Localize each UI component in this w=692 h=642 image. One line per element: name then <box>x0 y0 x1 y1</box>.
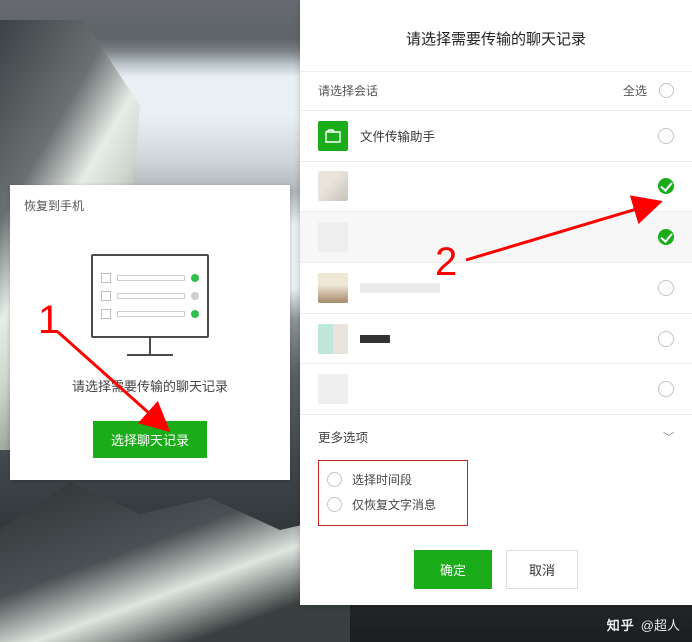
conversation-radio[interactable] <box>658 178 674 194</box>
annotation-number-2: 2 <box>435 240 457 285</box>
conversation-row[interactable] <box>300 313 692 364</box>
option-label: 仅恢复文字消息 <box>352 496 436 513</box>
zhihu-watermark: 知乎 @超人 <box>607 615 680 634</box>
option-radio[interactable] <box>327 472 342 487</box>
chevron-down-icon: ﹀ <box>663 429 674 445</box>
conversation-row[interactable] <box>300 363 692 414</box>
select-chat-records-button[interactable]: 选择聊天记录 <box>93 421 207 458</box>
cancel-button[interactable]: 取消 <box>506 550 578 589</box>
dialog-title: 请选择需要传输的聊天记录 <box>300 0 692 71</box>
conversation-name <box>360 283 440 293</box>
zhihu-user: @超人 <box>641 615 680 634</box>
restore-panel-subtitle: 请选择需要传输的聊天记录 <box>72 376 228 395</box>
conversation-row[interactable]: 文件传输助手 <box>300 110 692 161</box>
option-text-only[interactable]: 仅恢复文字消息 <box>327 492 459 517</box>
conversation-header: 请选择会话 全选 <box>300 71 692 110</box>
option-label: 选择时间段 <box>352 471 412 488</box>
annotation-number-1: 1 <box>38 298 60 343</box>
conversation-row[interactable] <box>300 211 692 262</box>
avatar-icon <box>318 171 348 201</box>
monitor-illustration <box>85 254 215 356</box>
zhihu-logo-text: 知乎 <box>607 615 635 634</box>
conversation-radio[interactable] <box>658 331 674 347</box>
avatar-icon <box>318 273 348 303</box>
select-all-radio[interactable] <box>659 83 674 98</box>
dialog-button-row: 确定 取消 <box>300 532 692 605</box>
conversation-row[interactable] <box>300 161 692 212</box>
select-records-dialog: 请选择需要传输的聊天记录 请选择会话 全选 文件传输助手 <box>300 0 692 605</box>
avatar-icon <box>318 222 348 252</box>
ok-button[interactable]: 确定 <box>414 550 492 589</box>
conversation-radio[interactable] <box>658 381 674 397</box>
file-transfer-icon <box>318 121 348 151</box>
conversation-name: 文件传输助手 <box>360 126 435 145</box>
conversation-radio[interactable] <box>658 229 674 245</box>
avatar-icon <box>318 374 348 404</box>
restore-panel-title: 恢复到手机 <box>24 197 84 214</box>
option-time-range[interactable]: 选择时间段 <box>327 467 459 492</box>
select-all-label: 全选 <box>623 82 647 99</box>
conversation-name <box>360 332 390 346</box>
more-options-label: 更多选项 <box>318 427 368 446</box>
conversation-radio[interactable] <box>658 280 674 296</box>
more-options-header[interactable]: 更多选项 ﹀ <box>300 414 692 454</box>
monitor-screen <box>91 254 209 338</box>
conversation-row[interactable] <box>300 262 692 313</box>
annotation-highlight-box: 选择时间段 仅恢复文字消息 <box>318 460 468 526</box>
more-options-body: 选择时间段 仅恢复文字消息 <box>300 454 692 532</box>
conversation-radio[interactable] <box>658 128 674 144</box>
avatar-icon <box>318 324 348 354</box>
header-label: 请选择会话 <box>318 82 378 99</box>
option-radio[interactable] <box>327 497 342 512</box>
